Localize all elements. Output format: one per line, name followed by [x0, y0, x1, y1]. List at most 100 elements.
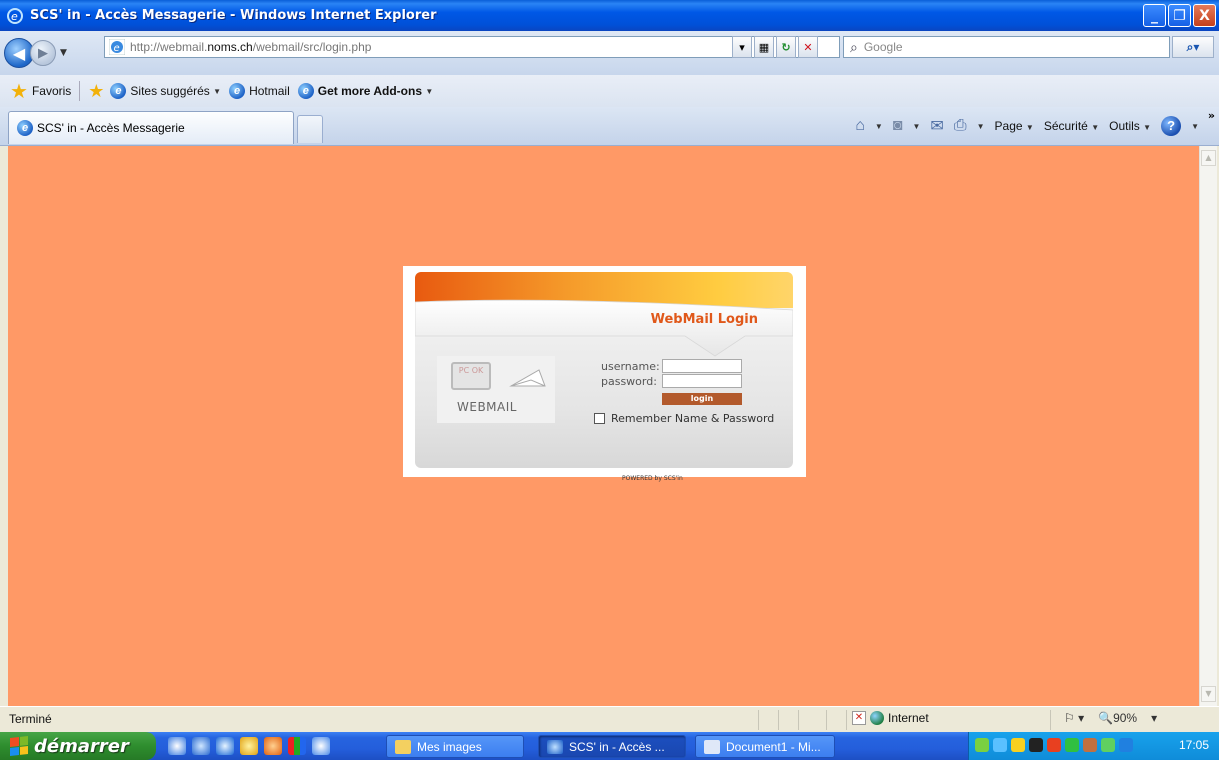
chevron-more-icon[interactable]: » — [1208, 109, 1215, 122]
messenger-quicklaunch-icon[interactable] — [240, 737, 258, 755]
status-text: Terminé — [9, 712, 52, 726]
remember-checkbox[interactable] — [594, 413, 605, 424]
start-label: démarrer — [34, 735, 129, 757]
dropdown-arrow-icon: ▼ — [425, 86, 434, 96]
browser-quicklaunch-icon[interactable] — [216, 737, 234, 755]
help-icon[interactable]: ? — [1161, 116, 1182, 136]
print-dropdown-icon[interactable]: ▼ — [977, 122, 985, 131]
divider — [79, 81, 81, 101]
history-dropdown-icon[interactable]: ▼ — [60, 48, 67, 58]
add-favorite-icon[interactable]: ★ — [88, 81, 104, 102]
new-tab-button[interactable] — [297, 115, 323, 143]
favorite-get-more-addons[interactable]: e Get more Add-ons ▼ — [297, 83, 434, 99]
stop-icon[interactable]: ✕ — [798, 36, 818, 58]
command-bar: ⌂ ▼ ◙ ▼ ✉ ⎙ ▼ Page ▼ Sécurité ▼ Outils ▼ ? ▼ — [855, 116, 1199, 136]
security-zone[interactable]: ✕ Internet — [852, 711, 929, 725]
svg-text:e: e — [11, 10, 18, 23]
tab-label: SCS' in - Accès Messagerie — [37, 121, 185, 135]
print-icon[interactable]: ⎙ — [954, 117, 967, 135]
ie-icon — [547, 739, 563, 754]
protected-mode-icon[interactable]: ⚐ ▾ — [1064, 711, 1084, 725]
feeds-icon[interactable]: ◙ — [893, 117, 903, 135]
zone-label: Internet — [888, 711, 929, 725]
status-divider — [846, 710, 847, 730]
window-left-edge — [0, 146, 8, 706]
search-placeholder: Google — [863, 40, 903, 54]
shield-tray-icon[interactable] — [1011, 738, 1025, 752]
webmail-logo-image: PC OK WEBMAIL — [437, 356, 555, 423]
forward-button[interactable]: ▶ — [30, 40, 56, 66]
home-icon[interactable]: ⌂ — [855, 117, 865, 135]
favorite-hotmail[interactable]: e Hotmail — [229, 83, 290, 99]
title-bar: e SCS' in - Accès Messagerie - Windows I… — [0, 0, 1219, 31]
tab-scs-acces-messagerie[interactable]: e SCS' in - Accès Messagerie — [8, 111, 294, 144]
address-dropdown-icon[interactable]: ▾ — [732, 36, 752, 58]
start-button[interactable]: démarrer — [0, 732, 156, 760]
page-content: WebMail Login PC OK WEBMAIL username: pa… — [8, 146, 1199, 706]
taskbar-item-scs-acces[interactable]: SCS' in - Accès ... — [538, 735, 686, 758]
favorites-button[interactable]: Favoris — [32, 84, 71, 98]
status-divider — [1050, 710, 1051, 730]
dropdown-arrow-icon: ▼ — [213, 86, 222, 96]
username-field[interactable] — [662, 359, 742, 373]
pen-tray-icon[interactable] — [993, 738, 1007, 752]
help-dropdown-icon[interactable]: ▼ — [1191, 122, 1199, 131]
remember-option[interactable]: Remember Name & Password — [594, 412, 774, 425]
scroll-up-icon[interactable]: ▲ — [1201, 150, 1216, 166]
address-input[interactable]: e http://webmail.noms.ch/webmail/src/log… — [104, 36, 840, 58]
envelope-icon — [509, 369, 546, 387]
monitor-tray-icon[interactable] — [1029, 738, 1043, 752]
media-quicklaunch-icon[interactable] — [264, 737, 282, 755]
close-button[interactable]: X — [1193, 4, 1216, 27]
ie-quicklaunch-icon[interactable] — [168, 737, 186, 755]
globe-icon — [870, 711, 884, 725]
status-divider — [758, 710, 759, 730]
security-menu[interactable]: Sécurité ▼ — [1044, 119, 1099, 133]
zoom-level[interactable]: 🔍90% — [1098, 711, 1137, 725]
refresh-icon[interactable]: ↻ — [776, 36, 796, 58]
connection-tray-icon[interactable] — [1119, 738, 1133, 752]
zoom-dropdown-icon[interactable]: ▾ — [1151, 711, 1157, 725]
compatibility-icon[interactable]: ▦ — [754, 36, 774, 58]
search-icon: ⌕ — [850, 38, 858, 55]
remember-label: Remember Name & Password — [611, 412, 775, 425]
feeds-dropdown-icon[interactable]: ▼ — [912, 122, 920, 131]
search-go-button[interactable]: ⌕▾ — [1172, 36, 1214, 58]
password-field[interactable] — [662, 374, 742, 388]
tab-bar: e SCS' in - Accès Messagerie ⌂ ▼ ◙ ▼ ✉ ⎙ ▼ … — [0, 107, 1219, 146]
favorites-bar: ★ Favoris ★ e Sites suggérés ▼ e Hotmail e… — [0, 75, 1219, 107]
address-url: http://webmail.noms.ch/webmail/src/login… — [130, 40, 372, 54]
vertical-scrollbar[interactable]: ▲ ▼ — [1199, 146, 1217, 706]
status-bar: Terminé ✕ Internet ⚐ ▾ 🔍90% ▾ — [0, 706, 1219, 732]
status-divider — [826, 710, 827, 730]
scroll-down-icon[interactable]: ▼ — [1201, 686, 1216, 702]
popup-blocked-icon[interactable]: ✕ — [852, 711, 866, 725]
update-tray-icon[interactable] — [1101, 738, 1115, 752]
read-mail-icon[interactable]: ✉ — [930, 116, 943, 136]
wifi-tray-icon[interactable] — [1065, 738, 1079, 752]
favorites-star-icon[interactable]: ★ — [10, 79, 28, 104]
camera-quicklaunch-icon[interactable] — [312, 737, 330, 755]
page-ie-icon: e — [109, 39, 125, 55]
login-button[interactable]: login — [662, 393, 742, 405]
folder-icon — [395, 739, 411, 754]
home-dropdown-icon[interactable]: ▼ — [875, 122, 883, 131]
svg-text:e: e — [114, 43, 120, 54]
webmail-logo-label: WEBMAIL — [457, 400, 517, 414]
network-tray-icon[interactable] — [975, 738, 989, 752]
utility-tray-icon[interactable] — [1083, 738, 1097, 752]
paint-quicklaunch-icon[interactable] — [288, 737, 306, 755]
page-menu[interactable]: Page ▼ — [995, 119, 1034, 133]
desktop-quicklaunch-icon[interactable] — [192, 737, 210, 755]
favorite-sites-suggeres[interactable]: e Sites suggérés ▼ — [110, 83, 221, 99]
taskbar-item-mes-images[interactable]: Mes images — [386, 735, 524, 758]
antivirus-tray-icon[interactable] — [1047, 738, 1061, 752]
search-input[interactable]: ⌕ Google — [843, 36, 1170, 58]
zoom-control[interactable]: ⚐ ▾ 🔍90% ▾ — [1064, 711, 1157, 725]
tools-menu[interactable]: Outils ▼ — [1109, 119, 1151, 133]
clock[interactable]: 17:05 — [1179, 738, 1209, 752]
taskbar-item-document1[interactable]: Document1 - Mi... — [695, 735, 835, 758]
maximize-button[interactable]: ❐ — [1168, 4, 1191, 27]
login-panel: WebMail Login PC OK WEBMAIL username: pa… — [403, 266, 806, 477]
minimize-button[interactable]: _ — [1143, 4, 1166, 27]
